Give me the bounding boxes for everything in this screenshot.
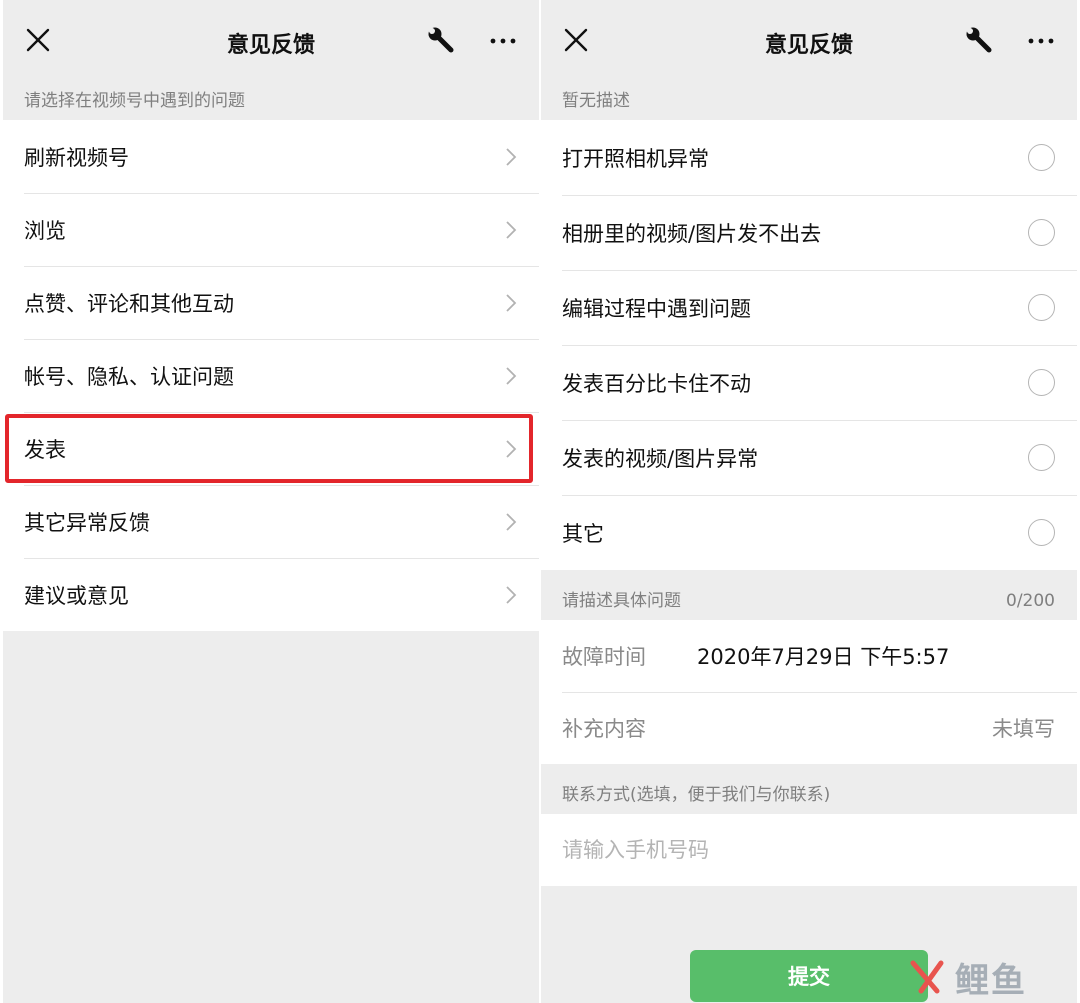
close-icon[interactable] (563, 27, 589, 53)
fault-time-label: 故障时间 (562, 645, 646, 669)
feedback-detail-panel: 意见反馈 暂无描述 打开照相机异常 相册里的视频/图片发不出去 编辑过程中遇到问… (541, 0, 1077, 1003)
chevron-right-icon (506, 148, 517, 166)
category-list: 刷新视频号 浏览 点赞、评论和其他互动 帐号、隐私、认证问题 发表 其它异常反馈… (3, 120, 539, 631)
issue-option-label: 其它 (562, 521, 604, 546)
issue-option-other[interactable]: 其它 (541, 495, 1077, 570)
wrench-icon[interactable] (427, 26, 455, 54)
category-item-label: 帐号、隐私、认证问题 (24, 364, 234, 389)
chevron-right-icon (506, 440, 517, 458)
category-item-browse[interactable]: 浏览 (3, 193, 539, 266)
fault-time-value: 2020年7月29日 下午5:57 (697, 645, 950, 669)
highlight-box (5, 414, 533, 483)
issue-option-label: 打开照相机异常 (562, 146, 709, 171)
navigation-bar: 意见反馈 (3, 0, 539, 82)
chevron-right-icon (506, 586, 517, 604)
radio-icon[interactable] (1028, 144, 1055, 171)
radio-icon[interactable] (1028, 219, 1055, 246)
category-item-refresh[interactable]: 刷新视频号 (3, 120, 539, 193)
char-counter: 0/200 (1006, 591, 1055, 611)
page-title: 意见反馈 (226, 33, 315, 58)
category-item-label: 刷新视频号 (24, 145, 129, 170)
category-item-suggestion[interactable]: 建议或意见 (3, 558, 539, 631)
category-item-label: 建议或意见 (24, 583, 129, 608)
issue-option-list: 打开照相机异常 相册里的视频/图片发不出去 编辑过程中遇到问题 发表百分比卡住不… (541, 120, 1077, 570)
more-icon[interactable] (1027, 28, 1055, 54)
supplement-value: 未填写 (992, 717, 1055, 741)
options-section-label: 暂无描述 (562, 91, 630, 111)
issue-option-published-media[interactable]: 发表的视频/图片异常 (541, 420, 1077, 495)
category-item-account[interactable]: 帐号、隐私、认证问题 (3, 339, 539, 412)
watermark-logo: 鲤鱼 (907, 955, 1057, 1001)
category-item-label: 浏览 (24, 218, 66, 243)
describe-label: 请描述具体问题 (562, 591, 681, 611)
radio-icon[interactable] (1028, 369, 1055, 396)
chevron-right-icon (506, 294, 517, 312)
category-item-interaction[interactable]: 点赞、评论和其他互动 (3, 266, 539, 339)
chevron-right-icon (506, 221, 517, 239)
supplement-label: 补充内容 (562, 717, 646, 741)
page-title: 意见反馈 (764, 33, 853, 58)
describe-section-label: 请描述具体问题 0/200 (541, 582, 1077, 620)
issue-option-editing[interactable]: 编辑过程中遇到问题 (541, 270, 1077, 345)
issue-option-label: 编辑过程中遇到问题 (562, 296, 751, 321)
issue-option-camera[interactable]: 打开照相机异常 (541, 120, 1077, 195)
category-item-other[interactable]: 其它异常反馈 (3, 485, 539, 558)
more-icon[interactable] (489, 28, 517, 54)
issue-option-progress[interactable]: 发表百分比卡住不动 (541, 345, 1077, 420)
issue-option-album[interactable]: 相册里的视频/图片发不出去 (541, 195, 1077, 270)
category-item-label: 发表 (24, 437, 66, 462)
category-item-label: 点赞、评论和其他互动 (24, 291, 234, 316)
wrench-icon[interactable] (965, 26, 993, 54)
contact-section-label: 联系方式(选填，便于我们与你联系) (562, 785, 831, 805)
feedback-categories-panel: 意见反馈 请选择在视频号中遇到的问题 刷新视频号 浏览 点赞、评论和其他互动 帐… (3, 0, 539, 1003)
navigation-bar: 意见反馈 (541, 0, 1077, 82)
radio-icon[interactable] (1028, 294, 1055, 321)
submit-button[interactable]: 提交 (690, 950, 928, 1002)
category-item-label: 其它异常反馈 (24, 510, 150, 535)
close-icon[interactable] (25, 27, 51, 53)
issue-option-label: 发表百分比卡住不动 (562, 371, 751, 396)
issue-option-label: 发表的视频/图片异常 (562, 446, 759, 471)
category-item-publish[interactable]: 发表 (3, 412, 539, 485)
radio-icon[interactable] (1028, 444, 1055, 471)
describe-form: 故障时间 2020年7月29日 下午5:57 补充内容 未填写 (541, 620, 1077, 764)
category-section-label: 请选择在视频号中遇到的问题 (24, 91, 245, 111)
chevron-right-icon (506, 513, 517, 531)
fault-time-row[interactable]: 故障时间 2020年7月29日 下午5:57 (541, 620, 1077, 692)
watermark-text: 鲤鱼 (955, 960, 1027, 1001)
logo-mark-icon (910, 960, 944, 994)
phone-input[interactable] (541, 814, 1077, 886)
radio-icon[interactable] (1028, 519, 1055, 546)
chevron-right-icon (506, 367, 517, 385)
supplement-row[interactable]: 补充内容 未填写 (541, 692, 1077, 764)
issue-option-label: 相册里的视频/图片发不出去 (562, 221, 822, 246)
